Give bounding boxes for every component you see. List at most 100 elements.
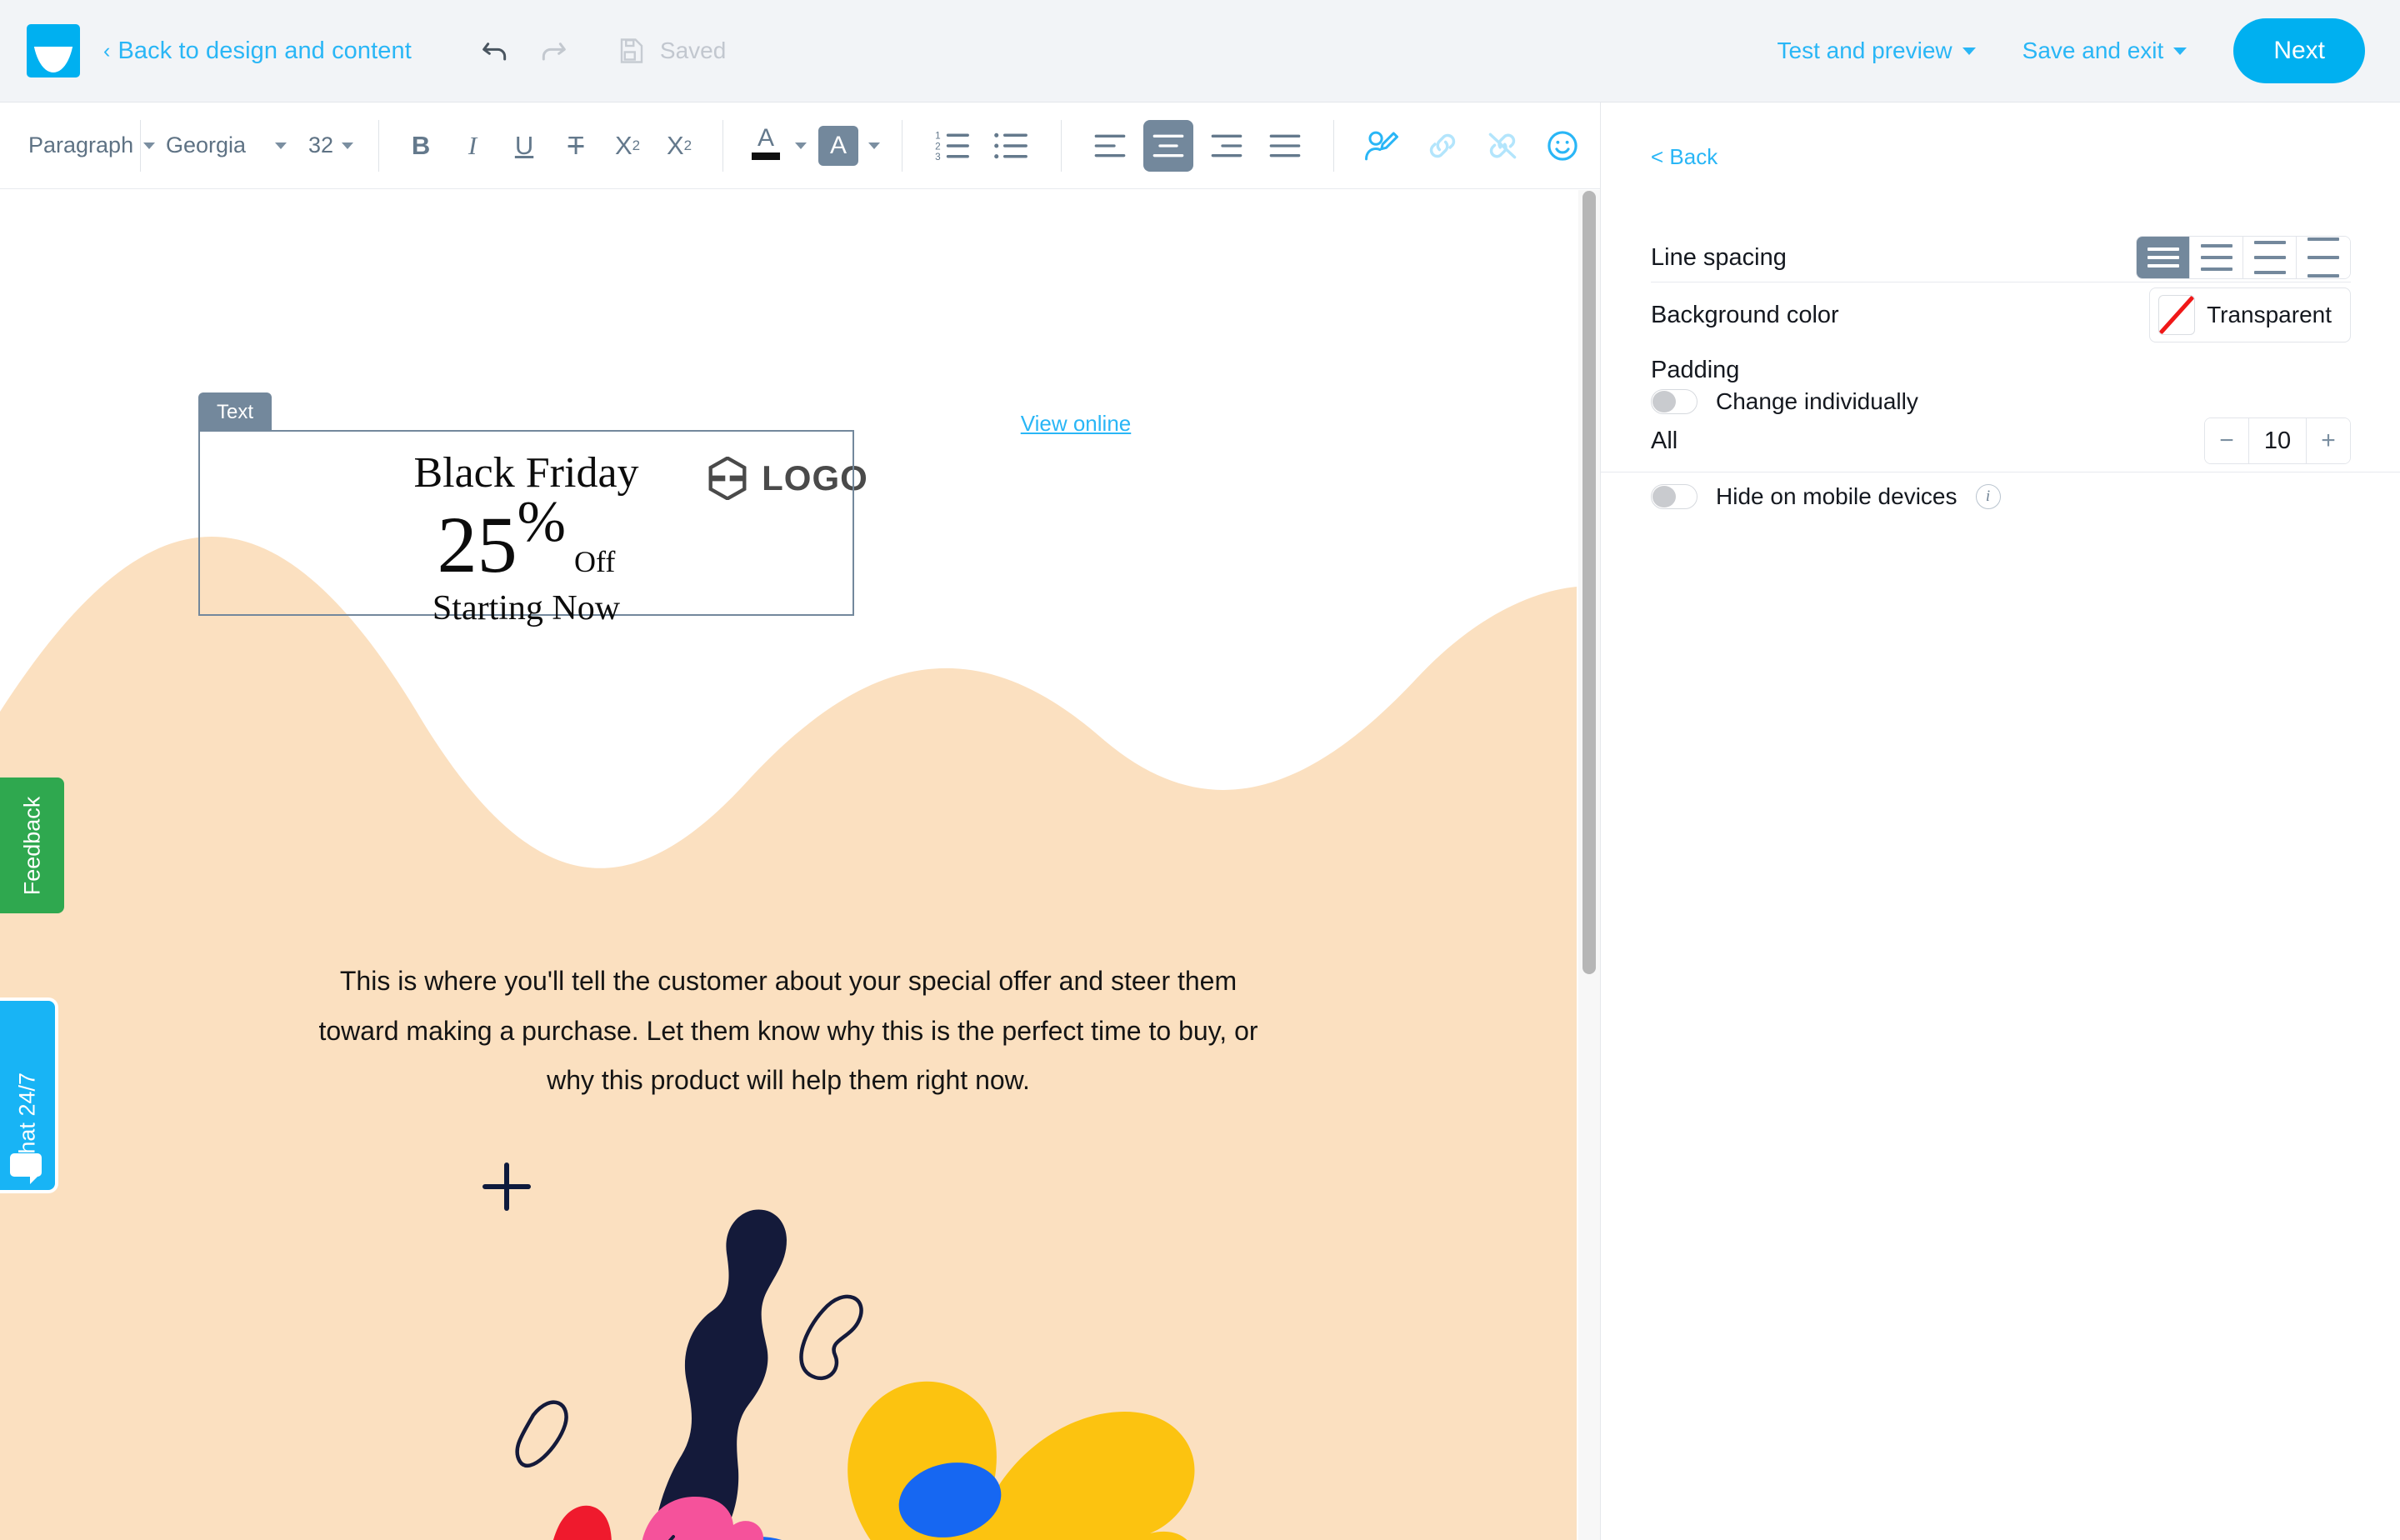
feedback-label: Feedback [19,796,45,895]
save-status: Saved [617,36,726,66]
subscript-base: X [615,131,632,161]
strikethrough-button[interactable]: T [552,122,599,169]
text-color-letter: A [758,124,774,152]
selected-text-block[interactable]: Text Black Friday 25%Off Starting Now [198,430,854,616]
list-group: 1 2 3 [931,120,1032,172]
italic-button[interactable]: I [449,122,496,169]
change-individually-toggle[interactable] [1651,389,1698,414]
toolbar-divider [378,120,379,172]
padding-heading-row: Padding [1651,357,2351,384]
font-family-value: Georgia [166,132,246,158]
svg-text:3: 3 [935,151,941,162]
save-and-exit-menu[interactable]: Save and exit [1999,38,2211,64]
line-spacing-label: Line spacing [1651,244,1787,272]
line-spacing-option-normal[interactable] [2190,237,2243,278]
superscript-base: X [667,131,684,161]
next-button[interactable]: Next [2233,18,2365,83]
paragraph-style-value: Paragraph [28,132,133,158]
undo-arrow-icon[interactable] [478,34,512,68]
promo-percent-sign: % [518,493,566,552]
change-individually-row: Change individually [1651,388,2351,415]
padding-all-stepper: − 10 + [2204,418,2351,464]
font-size-value: 32 [308,132,333,158]
padding-all-row: All − 10 + [1651,418,2351,464]
top-bar-actions: Test and preview Save and exit Next [1754,18,2400,83]
info-icon[interactable]: i [1976,484,2001,509]
text-color-button[interactable]: A [747,124,807,168]
formatting-toolbar: Paragraph Georgia 32 B I U T X2 X2 A [0,102,1600,189]
font-group: Georgia 32 [141,120,373,172]
toolbar-divider [1061,120,1062,172]
hide-on-mobile-label: Hide on mobile devices [1716,483,1958,510]
text-color-icon: A [747,124,785,168]
background-color-label: Background color [1651,302,1839,329]
person-with-laptop-illustration[interactable] [400,1132,1233,1540]
toolbar-divider [1333,120,1334,172]
padding-increase-button[interactable]: + [2307,418,2350,463]
chat-button[interactable]: Chat 24/7 [0,998,58,1193]
align-center-icon[interactable] [1143,120,1193,172]
test-and-preview-menu[interactable]: Test and preview [1754,38,1999,64]
link-icon[interactable] [1421,124,1464,168]
panel-back-link[interactable]: < Back [1651,144,1718,170]
line-spacing-option-tight[interactable] [2137,237,2190,278]
subscript-button[interactable]: X2 [604,122,651,169]
test-and-preview-label: Test and preview [1778,38,1952,64]
padding-all-value[interactable]: 10 [2248,418,2307,463]
line-spacing-option-loose[interactable] [2297,237,2350,278]
email-page: View online LOGO Text Black Friday 25%Of… [0,190,1577,1540]
chevron-left-icon: ‹ [103,41,110,62]
superscript-button[interactable]: X2 [656,122,702,169]
back-to-design-and-content-link[interactable]: ‹ Back to design and content [103,38,412,65]
unlink-icon[interactable] [1481,124,1524,168]
hide-on-mobile-control: Hide on mobile devices i [1651,483,2001,510]
line-spacing-row: Line spacing [1651,236,2351,279]
email-body-copy[interactable]: This is where you'll tell the customer a… [313,957,1263,1106]
padding-all-label: All [1651,428,1678,455]
feedback-button[interactable]: Feedback [0,778,64,913]
chevron-down-icon [1962,48,1976,55]
insert-group [1361,120,1584,172]
canvas-scrollbar-track[interactable] [1578,190,1600,1540]
canvas-scrollbar-thumb[interactable] [1582,191,1596,974]
align-justify-icon[interactable] [1260,120,1310,172]
unordered-list-icon[interactable] [989,124,1032,168]
chevron-down-icon [2173,48,2187,55]
padding-decrease-button[interactable]: − [2205,418,2248,463]
view-online-link[interactable]: View online [1021,411,1132,436]
align-right-icon[interactable] [1202,120,1252,172]
hide-on-mobile-toggle[interactable] [1651,484,1698,509]
smiley-emoji-icon[interactable] [1541,124,1584,168]
undo-redo-group [478,34,570,68]
font-size-select[interactable]: 32 [287,132,373,158]
align-left-icon[interactable] [1085,120,1135,172]
toolbar-divider [722,120,723,172]
background-color-row: Background color Transparent [1651,288,2351,342]
mailer-envelope-logo-icon[interactable] [27,24,80,78]
padding-label: Padding [1651,357,1739,384]
change-individually-control: Change individually [1651,388,1918,415]
chevron-down-icon [868,142,880,149]
save-and-exit-label: Save and exit [2022,38,2164,64]
line-spacing-option-relaxed[interactable] [2243,237,2297,278]
color-group: A A [747,120,880,172]
background-color-picker-button[interactable]: Transparent [2149,288,2351,342]
bold-button[interactable]: B [398,122,444,169]
save-status-label: Saved [660,38,726,64]
paragraph-style-select[interactable]: Paragraph [0,132,140,158]
font-family-select[interactable]: Georgia [141,132,287,158]
highlight-color-button[interactable]: A [818,126,880,166]
transparent-slash-swatch-icon [2158,295,2195,335]
personalize-person-pencil-icon[interactable] [1361,124,1404,168]
settings-panel: < Back Line spacing Background color Tra… [1600,102,2400,1540]
chevron-down-icon [342,142,353,149]
top-bar: ‹ Back to design and content Saved Test … [0,0,2400,102]
chevron-down-icon [275,142,287,149]
promo-subheading: Starting Now [200,588,852,628]
highlight-color-icon: A [818,126,858,166]
ordered-list-icon[interactable]: 1 2 3 [931,124,974,168]
redo-arrow-icon[interactable] [537,34,570,68]
underline-button[interactable]: U [501,122,548,169]
subscript-index: 2 [632,138,640,154]
text-style-group: B I U T X2 X2 [398,120,702,172]
